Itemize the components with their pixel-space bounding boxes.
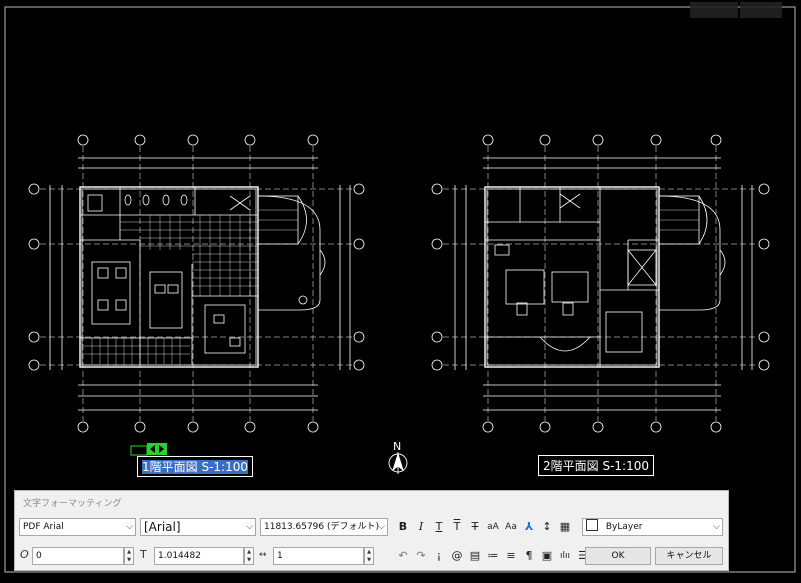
width-factor-spinner[interactable]: ▲ ▼ — [244, 547, 254, 565]
first-floor-plan — [28, 134, 365, 433]
numbering-icon[interactable]: ≔ — [485, 548, 501, 564]
plan2-title[interactable]: 2階平面図 S-1:100 — [538, 455, 654, 476]
strikethrough-icon[interactable]: T — [467, 519, 483, 535]
font-name-select[interactable]: [Arial] ⌵ — [140, 518, 256, 536]
align-icon[interactable]: ≡ — [503, 548, 519, 564]
watermark-logo — [690, 2, 782, 18]
text-height-select[interactable]: 11813.65796 (デフォルト) ⌵ — [260, 518, 388, 536]
tracking-input[interactable]: 1 — [273, 547, 364, 565]
text-formatting-toolbar: 文字フォーマッティング PDF Arial ⌵ [Arial] ⌵ 11813.… — [14, 490, 729, 571]
italic-icon[interactable]: I — [413, 519, 429, 535]
tracking-icon: ↔ — [259, 550, 267, 560]
color-select[interactable]: ByLayer ⌵ — [582, 518, 723, 536]
tracking-spinner[interactable]: ▲ ▼ — [364, 547, 374, 565]
font-type-select[interactable]: PDF Arial ⌵ — [19, 518, 136, 536]
chevron-down-icon: ⌵ — [246, 522, 253, 532]
north-label: N — [393, 440, 401, 453]
text-height-value: 11813.65796 (デフォルト) — [264, 522, 380, 532]
paragraph-icon[interactable]: ▤ — [467, 548, 483, 564]
lowercase-icon[interactable]: Aa — [503, 519, 519, 535]
selected-text[interactable]: 1階平面図 S-1:100 — [142, 460, 248, 474]
width-factor-input[interactable]: 1.014482 — [154, 547, 244, 565]
undo-icon[interactable]: ↶ — [395, 548, 411, 564]
width-factor-value: 1.014482 — [158, 551, 201, 561]
chevron-down-icon: ⌵ — [378, 522, 385, 532]
plan1-title-editing[interactable]: 1階平面図 S-1:100 — [137, 456, 253, 477]
symbol-icon[interactable]: @ — [449, 548, 465, 564]
overline-icon[interactable]: T — [449, 519, 465, 535]
font-name-value: [Arial] — [144, 520, 181, 534]
tracking-value: 1 — [277, 551, 283, 561]
color-value: ByLayer — [605, 522, 643, 532]
oblique-angle-icon: O — [20, 548, 29, 561]
table-grid-icon[interactable]: ▦ — [557, 519, 573, 535]
underline-icon[interactable]: T — [431, 519, 447, 535]
oblique-angle-value: 0 — [36, 551, 42, 561]
uppercase-icon[interactable]: aA — [485, 519, 501, 535]
chevron-down-icon: ⌵ — [713, 522, 720, 532]
chevron-down-icon: ⌵ — [126, 522, 133, 532]
bold-icon[interactable]: B — [395, 519, 411, 535]
ruler-icon[interactable]: ılıı — [557, 548, 573, 564]
grip-marker — [130, 443, 167, 456]
width-factor-icon: T — [140, 548, 147, 561]
color-swatch — [586, 519, 598, 531]
second-floor-plan — [431, 134, 770, 433]
insert-field-icon[interactable]: ¡ — [431, 548, 447, 564]
oblique-angle-input[interactable]: 0 — [32, 547, 124, 565]
stack-icon[interactable]: ⅄ — [521, 519, 537, 535]
redo-icon[interactable]: ↷ — [413, 548, 429, 564]
background-mask-icon[interactable]: ▣ — [539, 548, 555, 564]
ok-button[interactable]: OK — [585, 547, 651, 565]
font-type-value: PDF Arial — [23, 522, 64, 532]
pilcrow-icon[interactable]: ¶ — [521, 548, 537, 564]
toolbar-title: 文字フォーマッティング — [23, 499, 122, 509]
oblique-spinner[interactable]: ▲ ▼ — [124, 547, 134, 565]
cancel-button[interactable]: キャンセル — [655, 547, 723, 565]
line-spacing-icon[interactable]: ↕ — [539, 519, 555, 535]
north-arrow — [388, 452, 408, 474]
